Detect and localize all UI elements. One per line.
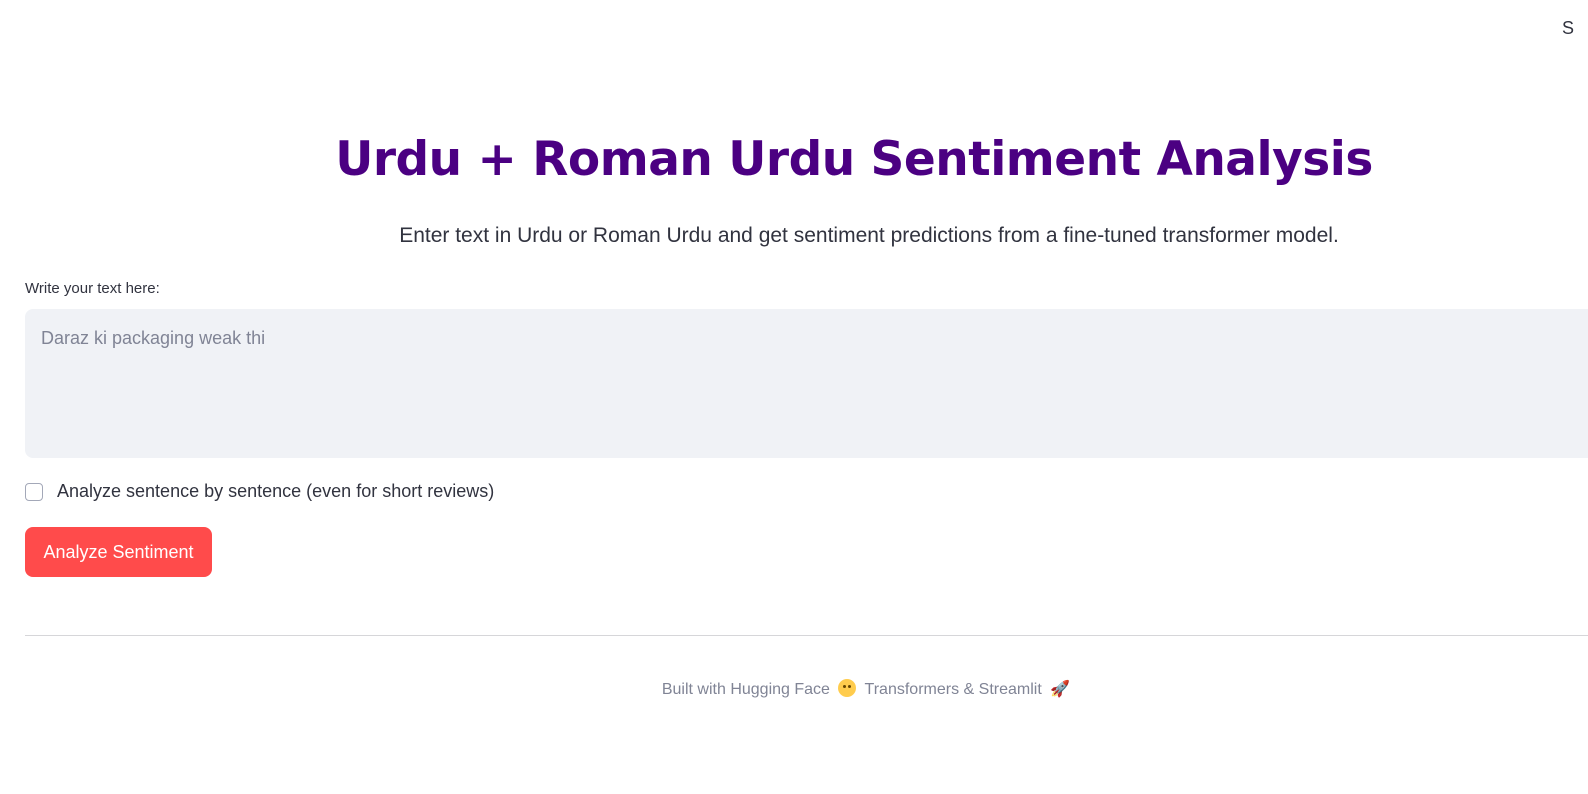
checkbox-label: Analyze sentence by sentence (even for s… (57, 481, 495, 501)
footer: Built with Hugging Face Transformers & S… (25, 679, 1588, 699)
text-input-area[interactable] (25, 309, 1588, 458)
divider (25, 635, 1588, 636)
app-page: S Urdu + Roman Urdu Sentiment Analysis E… (0, 0, 1588, 794)
page-title: Urdu + Roman Urdu Sentiment Analysis (335, 132, 1373, 187)
sentence-by-sentence-checkbox[interactable] (25, 482, 43, 501)
rocket-icon: 🚀 (1050, 681, 1071, 698)
footer-text-start: Built with Hugging Face (661, 681, 830, 698)
corner-text: S (1562, 18, 1575, 38)
page-subtitle: Enter text in Urdu or Roman Urdu and get… (399, 224, 1339, 247)
footer-text-middle: Transformers & Streamlit (864, 681, 1042, 698)
text-input-label: Write your text here: (25, 280, 160, 297)
analyze-sentiment-button[interactable]: Analyze Sentiment (25, 527, 212, 577)
hugging-face-emoji-icon (838, 679, 857, 697)
sentence-by-sentence-toggle[interactable]: Analyze sentence by sentence (even for s… (25, 481, 494, 502)
